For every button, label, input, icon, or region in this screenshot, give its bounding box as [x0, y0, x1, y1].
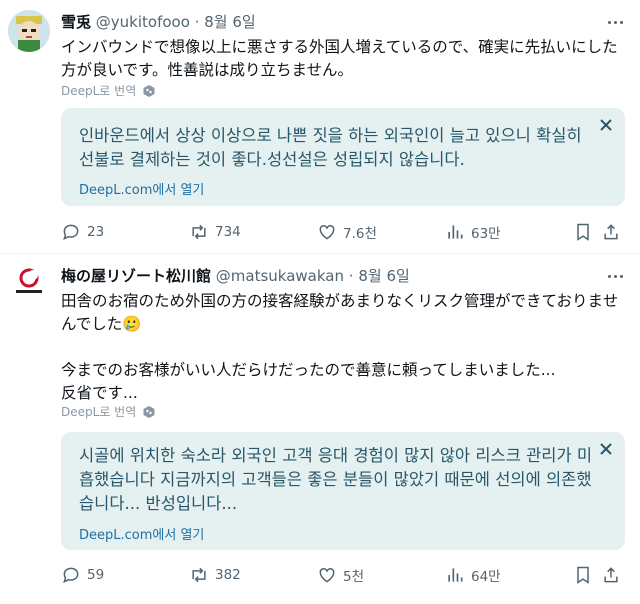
close-icon[interactable]	[599, 442, 613, 456]
deepl-open-link[interactable]: DeepL.com에서 열기	[79, 524, 204, 543]
share-icon	[604, 224, 618, 240]
retweet-button[interactable]: 734	[189, 220, 241, 244]
more-options-icon[interactable]	[604, 266, 626, 286]
deepl-translate-label[interactable]: DeepL로 번역	[61, 82, 156, 99]
translation-panel: 시골에 위치한 숙소라 외국인 고객 응대 경험이 많지 않아 리스크 관리가 …	[61, 432, 625, 550]
tweet-date[interactable]: 8월 6일	[358, 267, 409, 285]
reply-count: 59	[87, 567, 105, 583]
display-name[interactable]: 雪兎	[61, 13, 91, 31]
avatar[interactable]	[8, 262, 50, 304]
avatar-logo	[8, 262, 50, 304]
reply-icon	[63, 567, 79, 584]
bookmark-icon	[577, 223, 589, 241]
translation-text: 시골에 위치한 숙소라 외국인 고객 응대 경험이 많지 않아 리스크 관리가 …	[79, 446, 593, 513]
bookmark-button[interactable]	[573, 563, 593, 587]
deepl-open-link[interactable]: DeepL.com에서 열기	[79, 179, 204, 198]
tweet-header: 梅の屋リゾート松川館 @matsukawakan · 8월 6일	[61, 266, 410, 286]
tweet-text: インバウンドで想像以上に悪さする外国人増えているので、確実に先払いにした方が良い…	[61, 38, 618, 79]
separator-dot: ·	[348, 267, 354, 285]
tweet-actions: 23 734 7.6천 63만	[61, 220, 631, 244]
retweet-button[interactable]: 382	[189, 563, 241, 587]
retweet-icon	[192, 567, 206, 583]
tweet-1[interactable]: 雪兎 @yukitofooo · 8월 6일 インバウンドで想像以上に悪さする外…	[0, 0, 640, 252]
retweet-count: 382	[215, 567, 241, 583]
deepl-icon	[143, 84, 155, 97]
tweet-date[interactable]: 8월 6일	[204, 13, 255, 31]
share-icon	[604, 567, 618, 583]
tweet-actions: 59 382 5천 64만	[61, 563, 631, 587]
tweet-header: 雪兎 @yukitofooo · 8월 6일	[61, 12, 256, 32]
bookmark-icon	[577, 566, 589, 584]
views-icon	[448, 225, 463, 239]
like-count: 5천	[343, 569, 365, 585]
heart-icon	[319, 567, 335, 583]
view-count: 64만	[471, 569, 501, 585]
avatar-image	[8, 10, 50, 52]
retweet-icon	[192, 224, 206, 240]
views-button[interactable]: 64만	[445, 563, 501, 587]
views-icon	[448, 568, 463, 582]
retweet-count: 734	[215, 224, 241, 240]
share-button[interactable]	[601, 220, 621, 244]
deepl-label-text: DeepL로 번역	[61, 84, 137, 98]
display-name[interactable]: 梅の屋リゾート松川館	[61, 267, 211, 285]
reply-button[interactable]: 59	[61, 563, 104, 587]
like-button[interactable]: 5천	[317, 563, 364, 587]
deepl-icon	[143, 405, 155, 418]
heart-icon	[319, 224, 335, 240]
deepl-translate-label[interactable]: DeepL로 번역	[61, 403, 156, 420]
reply-button[interactable]: 23	[61, 220, 104, 244]
like-button[interactable]: 7.6천	[317, 220, 377, 244]
deepl-label-text: DeepL로 번역	[61, 405, 137, 419]
like-count: 7.6천	[343, 226, 377, 242]
views-button[interactable]: 63만	[445, 220, 501, 244]
view-count: 63만	[471, 226, 501, 242]
translation-text: 인바운드에서 상상 이상으로 나쁜 짓을 하는 외국인이 늘고 있으니 확실히 …	[79, 126, 582, 169]
close-icon[interactable]	[599, 118, 613, 132]
bookmark-button[interactable]	[573, 220, 593, 244]
translation-panel: 인바운드에서 상상 이상으로 나쁜 짓을 하는 외국인이 늘고 있으니 확실히 …	[61, 108, 625, 206]
avatar[interactable]	[8, 10, 50, 52]
separator-dot: ·	[194, 13, 200, 31]
user-handle[interactable]: @yukitofooo	[96, 13, 190, 31]
share-button[interactable]	[601, 563, 621, 587]
reply-icon	[63, 224, 79, 241]
tweet-text: 田舎のお宿のため外国の方の接客経験があまりなくリスク管理ができておりませんでした…	[61, 292, 619, 402]
more-options-icon[interactable]	[604, 12, 626, 32]
reply-count: 23	[87, 224, 105, 240]
user-handle[interactable]: @matsukawakan	[216, 267, 344, 285]
